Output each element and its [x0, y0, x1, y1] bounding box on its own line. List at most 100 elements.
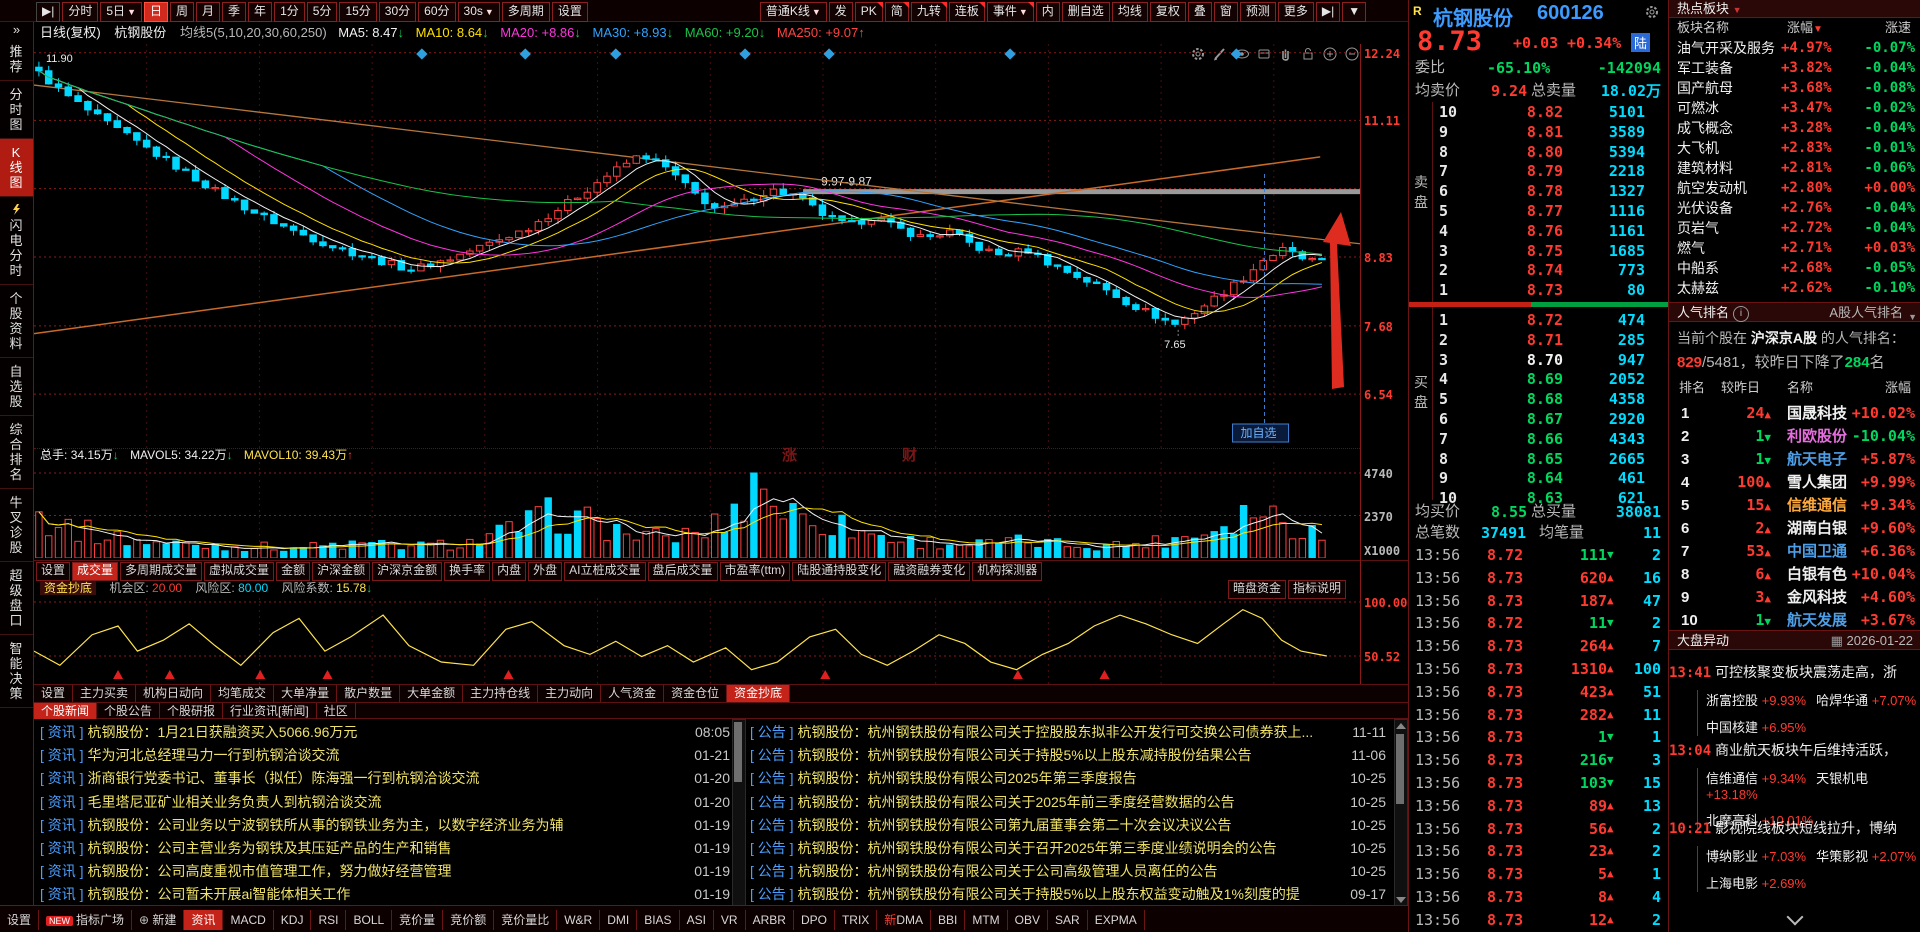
info-icon[interactable]: i	[1733, 306, 1750, 322]
news-item-left[interactable]: [ 资讯 ] 杭钢股份：公司主营业务为钢铁及其压延产品的生产和销售 01-19	[40, 837, 730, 860]
bottom-tab-VR[interactable]: VR	[714, 910, 746, 930]
indicator-tab-沪深京金额[interactable]: 沪深京金额	[372, 562, 443, 581]
bottom-tab-MTM[interactable]: MTM	[965, 910, 1008, 930]
sidebar-item-推荐[interactable]: 推荐	[0, 38, 33, 81]
sector-row[interactable]: 成飞概念 +3.28% -0.04%	[1669, 118, 1920, 138]
sector-row[interactable]: 油气开采及服务 +4.97% -0.07%	[1669, 38, 1920, 58]
quote-gear-icon[interactable]	[1644, 4, 1660, 25]
sidebar-item-智能决策[interactable]: 智能决策	[0, 635, 33, 708]
move-item[interactable]: 13:41 可控核聚变板块震荡走高，浙 浙富控股 +9.93% 哈焊华通 +7.07…	[1669, 662, 1920, 740]
bottom-tab-竞价量[interactable]: 竞价量	[392, 910, 444, 930]
bottom-tab-EXPMA[interactable]: EXPMA	[1088, 910, 1145, 930]
sector-row[interactable]: 建筑材料 +2.81% -0.06%	[1669, 158, 1920, 178]
news-item-right[interactable]: [ 公告 ] 杭钢股份：杭州钢铁股份有限公司关于持股5%以上股东减持股份结果公告…	[750, 744, 1386, 767]
sidebar-item-个股资料[interactable]: 个股资料	[0, 285, 33, 358]
sell-row[interactable]: 6 8.78 1327	[1433, 181, 1669, 201]
news-item-right[interactable]: [ 公告 ] 杭钢股份：杭州钢铁股份有限公司关于召开2025年第三季度业绩说明会…	[750, 837, 1386, 860]
news-item-right[interactable]: [ 公告 ] 杭钢股份：杭州钢铁股份有限公司关于2025年前三季度经营数据的公告…	[750, 791, 1386, 814]
tool-均线[interactable]: 均线	[1111, 2, 1148, 22]
bottom-tab-RSI[interactable]: RSI	[311, 910, 347, 930]
subnav-主力持仓线[interactable]: 主力持仓线	[463, 685, 539, 703]
tool-连板[interactable]: 连板	[948, 2, 985, 22]
bottom-tab-设置[interactable]: 设置	[0, 910, 40, 930]
sidebar-item-牛叉诊股[interactable]: 牛叉诊股	[0, 489, 33, 562]
tool-九转[interactable]: 九转	[910, 2, 947, 22]
sector-row[interactable]: 燃气 +2.71% +0.03%	[1669, 238, 1920, 258]
indicator-tab-指标说明[interactable]: 指标说明	[1287, 580, 1346, 599]
indicator-tab-成交量[interactable]: 成交量	[72, 562, 119, 581]
rank-row[interactable]: 1 24▲ 国晟科技 +10.02%	[1669, 402, 1920, 425]
tool-PK[interactable]: PK	[854, 2, 883, 22]
period-5日[interactable]: 5日 ▼	[100, 2, 142, 22]
sector-row[interactable]: 太赫兹 +2.62% -0.10%	[1669, 278, 1920, 298]
subnav-散户数量[interactable]: 散户数量	[337, 685, 401, 703]
tool-▶|[interactable]: ▶|	[1315, 2, 1341, 22]
subnav-主力动向[interactable]: 主力动向	[538, 685, 602, 703]
indicator-tab-机构探测器[interactable]: 机构探测器	[972, 562, 1043, 581]
sector-row[interactable]: 页岩气 +2.72% -0.04%	[1669, 218, 1920, 238]
buy-row[interactable]: 6 8.67 2920	[1433, 409, 1669, 429]
sector-row[interactable]: 可燃冰 +3.47% -0.02%	[1669, 98, 1920, 118]
indicator-tab-内盘[interactable]: 内盘	[492, 562, 527, 581]
sector-row[interactable]: 中船系 +2.68% -0.05%	[1669, 258, 1920, 278]
period-15分[interactable]: 15分	[339, 2, 377, 22]
tool-▼[interactable]: ▼	[1342, 2, 1367, 22]
buy-row[interactable]: 5 8.68 4358	[1433, 389, 1669, 409]
news-tab-个股新闻[interactable]: 个股新闻	[34, 703, 98, 719]
sell-row[interactable]: 8 8.80 5394	[1433, 142, 1669, 162]
sector-row[interactable]: 航空发动机 +2.80% +0.00%	[1669, 178, 1920, 198]
news-item-right[interactable]: [ 公告 ] 杭钢股份：杭州钢铁股份有限公司2025年第三季度报告 10-25	[750, 767, 1386, 790]
news-item-right[interactable]: [ 公告 ] 杭钢股份：杭州钢铁股份有限公司关于控股股东拟非公开发行可交换公司债…	[750, 721, 1386, 744]
subnav-资金抄底[interactable]: 资金抄底	[727, 685, 791, 703]
bottom-tab-KDJ[interactable]: KDJ	[274, 910, 312, 930]
indicator-tab-融资融券变化[interactable]: 融资融券变化	[888, 562, 971, 581]
rank-row[interactable]: 7 53▲ 中国卫通 +6.36%	[1669, 540, 1920, 563]
period-月[interactable]: 月	[196, 2, 221, 22]
bottom-tab-指标广场[interactable]: NEW 指标广场	[39, 910, 133, 930]
tool-简[interactable]: 简	[884, 2, 909, 22]
indicator-tab-多周期成交量[interactable]: 多周期成交量	[120, 562, 203, 581]
rank-row[interactable]: 3 1▼ 航天电子 +5.87%	[1669, 448, 1920, 471]
sidebar-item-自选股[interactable]: 自选股	[0, 358, 33, 416]
tool-普通K线[interactable]: 普通K线 ▼	[759, 2, 827, 22]
period-分时[interactable]: 分时	[62, 2, 99, 22]
sidebar-item-K线图[interactable]: K线图	[0, 139, 33, 197]
bottom-tab-BIAS[interactable]: BIAS	[637, 910, 680, 930]
bottom-tab-新建[interactable]: ⊕ 新建	[132, 910, 185, 930]
subnav-大单净量[interactable]: 大单净量	[274, 685, 338, 703]
bottom-tab-DPO[interactable]: DPO	[794, 910, 835, 930]
kline-chart[interactable]: 9.97-9.87 加自选 11.90 7.65	[34, 44, 1360, 448]
bottom-tab-TRIX[interactable]: TRIX	[835, 910, 878, 930]
tool-窗[interactable]: 窗	[1213, 2, 1238, 22]
bottom-tab-新DMA[interactable]: 新DMA	[877, 910, 931, 930]
indicator-tab-换手率[interactable]: 换手率	[444, 562, 491, 581]
bottom-tab-ASI[interactable]: ASI	[680, 910, 714, 930]
indicator-tab-暗盘资金[interactable]: 暗盘资金	[1227, 580, 1286, 599]
period-日[interactable]: 日	[143, 2, 168, 22]
news-tab-个股公告[interactable]: 个股公告	[97, 703, 161, 719]
tick-trade-list[interactable]: 13:56 8.72 111 ▼ 2 13:56 8.73 620 ▲ 16 13:56 8.73 18…	[1409, 544, 1669, 932]
buy-row[interactable]: 3 8.70 947	[1433, 350, 1669, 370]
period-季[interactable]: 季	[222, 2, 247, 22]
tool-内[interactable]: 内	[1035, 2, 1060, 22]
sidebar-item-分时图[interactable]: 分时图	[0, 81, 33, 139]
bottom-tab-W&R[interactable]: W&R	[557, 910, 601, 930]
move-item[interactable]: 13:04 商业航天板块午后维持活跃， 信维通信 +9.34% 天银机电 +13.1…	[1669, 740, 1920, 829]
tool-更多[interactable]: 更多	[1277, 2, 1314, 22]
sell-row[interactable]: 4 8.76 1161	[1433, 221, 1669, 241]
add-watchlist-button[interactable]: 加自选	[1232, 423, 1290, 443]
sidebar-item-闪电分时[interactable]: 闪电分时	[0, 197, 33, 285]
sector-tab[interactable]: 热点板块	[1677, 1, 1729, 16]
bottom-tab-BOLL[interactable]: BOLL	[346, 910, 393, 930]
sidebar-item-超级盘口[interactable]: 超级盘口	[0, 562, 33, 635]
news-item-left[interactable]: [ 资讯 ] 浙商银行党委书记、董事长（拟任）陈海强一行到杭钢洽谈交流 01-20	[40, 767, 730, 790]
sector-row[interactable]: 大飞机 +2.83% -0.01%	[1669, 138, 1920, 158]
indicator-tab-沪深金额[interactable]: 沪深金额	[312, 562, 371, 581]
subnav-人气资金[interactable]: 人气资金	[601, 685, 665, 703]
buy-row[interactable]: 9 8.64 461	[1433, 468, 1669, 488]
sell-row[interactable]: 1 8.73 80	[1433, 280, 1669, 300]
bottom-tab-SAR[interactable]: SAR	[1048, 910, 1088, 930]
indicator-tab-金额[interactable]: 金额	[276, 562, 311, 581]
news-item-right[interactable]: [ 公告 ] 杭钢股份：杭州钢铁股份有限公司第九届董事会第二十次会议决议公告 10…	[750, 814, 1386, 837]
rank-row[interactable]: 4 100▲ 雪人集团 +9.99%	[1669, 471, 1920, 494]
